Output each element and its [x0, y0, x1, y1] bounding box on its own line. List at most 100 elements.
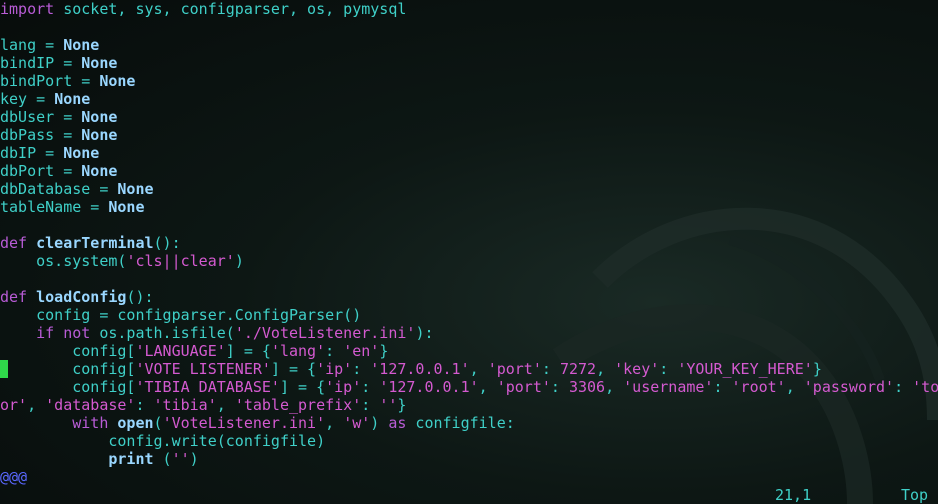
code-token: 'key': [614, 360, 660, 378]
code-token: bindPort =: [0, 72, 100, 90]
code-token: '': [171, 450, 190, 468]
code-token: 'YOUR_KEY_HERE': [677, 360, 813, 378]
code-token: '127.0.0.1': [370, 360, 470, 378]
code-line: import socket, sys, configparser, os, py…: [0, 0, 406, 18]
code-token: (: [153, 414, 163, 432]
code-line: print (''): [0, 450, 199, 468]
code-line: tableName = None: [0, 198, 145, 216]
code-line: or', 'database': 'tibia', 'table_prefix'…: [0, 396, 406, 414]
code-token: 'ip': [316, 360, 353, 378]
code-token: open: [117, 414, 154, 432]
code-line: with open('VoteListener.ini', 'w') as co…: [0, 414, 515, 432]
code-token: ): [370, 414, 389, 432]
code-token: dbUser =: [0, 108, 82, 126]
code-token: None: [81, 162, 118, 180]
code-line: dbPort = None: [0, 162, 117, 180]
code-line: lang = None: [0, 36, 99, 54]
code-token: config[: [0, 378, 136, 396]
code-token: :: [659, 360, 678, 378]
code-token: ():: [153, 234, 181, 252]
tilde-marker: @@@: [0, 468, 28, 486]
code-token: def: [0, 288, 37, 306]
code-token: or': [0, 396, 28, 414]
code-token: os.path.isfile(: [90, 324, 235, 342]
code-token: 'port': [496, 378, 551, 396]
code-line: config['VOTE LISTENER'] = {'ip': '127.0.…: [0, 360, 822, 378]
vim-editor[interactable]: import socket, sys, configparser, os, py…: [0, 0, 938, 504]
code-token: 'lang': [270, 342, 326, 360]
code-token: 'port': [487, 360, 542, 378]
code-token: ,: [605, 378, 624, 396]
code-token: '': [379, 396, 398, 414]
code-token: :: [550, 378, 569, 396]
code-token: 'to: [912, 378, 938, 396]
code-token: 'LANGUAGE': [135, 342, 226, 360]
text-cursor: [0, 360, 8, 378]
code-token: ] = {: [279, 378, 326, 396]
scroll-position: Top: [901, 486, 929, 504]
code-line: if not os.path.isfile('./VoteListener.in…: [0, 324, 433, 342]
code-token: '127.0.0.1': [379, 378, 479, 396]
code-token: ): [189, 450, 199, 468]
code-line: config.write(configfile): [0, 432, 325, 450]
code-token: ,: [216, 396, 235, 414]
code-token: key =: [0, 90, 55, 108]
code-token: ): [234, 252, 244, 270]
code-token: dbIP =: [0, 144, 64, 162]
code-token: clearTerminal: [36, 234, 154, 252]
cursor-position: 21,1: [775, 486, 812, 504]
code-line: dbDatabase = None: [0, 180, 154, 198]
code-token: dbPass =: [0, 126, 82, 144]
code-token: None: [63, 144, 100, 162]
code-token: 'table_prefix': [234, 396, 362, 414]
code-line: dbPass = None: [0, 126, 117, 144]
code-line: config['TIBIA DATABASE'] = {'ip': '127.0…: [0, 378, 938, 396]
code-token: ,: [785, 378, 804, 396]
code-token: dbPort =: [0, 162, 82, 180]
code-token: None: [117, 180, 154, 198]
code-token: config[: [0, 360, 136, 378]
code-token: None: [81, 126, 118, 144]
code-token: dbDatabase =: [0, 180, 118, 198]
code-token: ] = {: [225, 342, 271, 360]
code-token: 'VoteListener.ini': [162, 414, 326, 432]
code-token: config[: [0, 342, 136, 360]
code-token: ,: [325, 414, 344, 432]
code-token: import: [0, 0, 55, 18]
code-line: dbIP = None: [0, 144, 99, 162]
code-token: bindIP =: [0, 54, 82, 72]
code-token: print: [108, 450, 154, 468]
code-token: None: [81, 108, 118, 126]
code-token: 3306: [568, 378, 606, 396]
code-token: ():: [126, 288, 154, 306]
code-token: (: [153, 450, 172, 468]
code-token: ,: [27, 396, 46, 414]
code-token: None: [81, 54, 118, 72]
code-token: 'ip': [325, 378, 362, 396]
code-line: bindIP = None: [0, 54, 117, 72]
code-token: ,: [469, 360, 488, 378]
code-token: os.system(: [0, 252, 127, 270]
code-token: 7272: [559, 360, 597, 378]
code-token: def: [0, 234, 37, 252]
code-token: :: [361, 378, 380, 396]
code-token: None: [63, 36, 100, 54]
code-token: None: [54, 90, 91, 108]
code-token: tableName =: [0, 198, 109, 216]
code-token: ,: [478, 378, 497, 396]
code-line: os.system('cls||clear'): [0, 252, 244, 270]
code-token: 'VOTE LISTENER': [135, 360, 271, 378]
code-token: ] = {: [270, 360, 317, 378]
code-token: if not: [36, 324, 91, 342]
code-token: :: [541, 360, 560, 378]
code-token: config = configparser.ConfigParser(): [0, 306, 362, 324]
code-token: configfile:: [406, 414, 515, 432]
code-line: def clearTerminal():: [0, 234, 181, 252]
code-token: 'cls||clear': [126, 252, 235, 270]
code-token: config.write(configfile): [0, 432, 326, 450]
code-token: }: [379, 342, 389, 360]
code-token: 'root': [731, 378, 786, 396]
